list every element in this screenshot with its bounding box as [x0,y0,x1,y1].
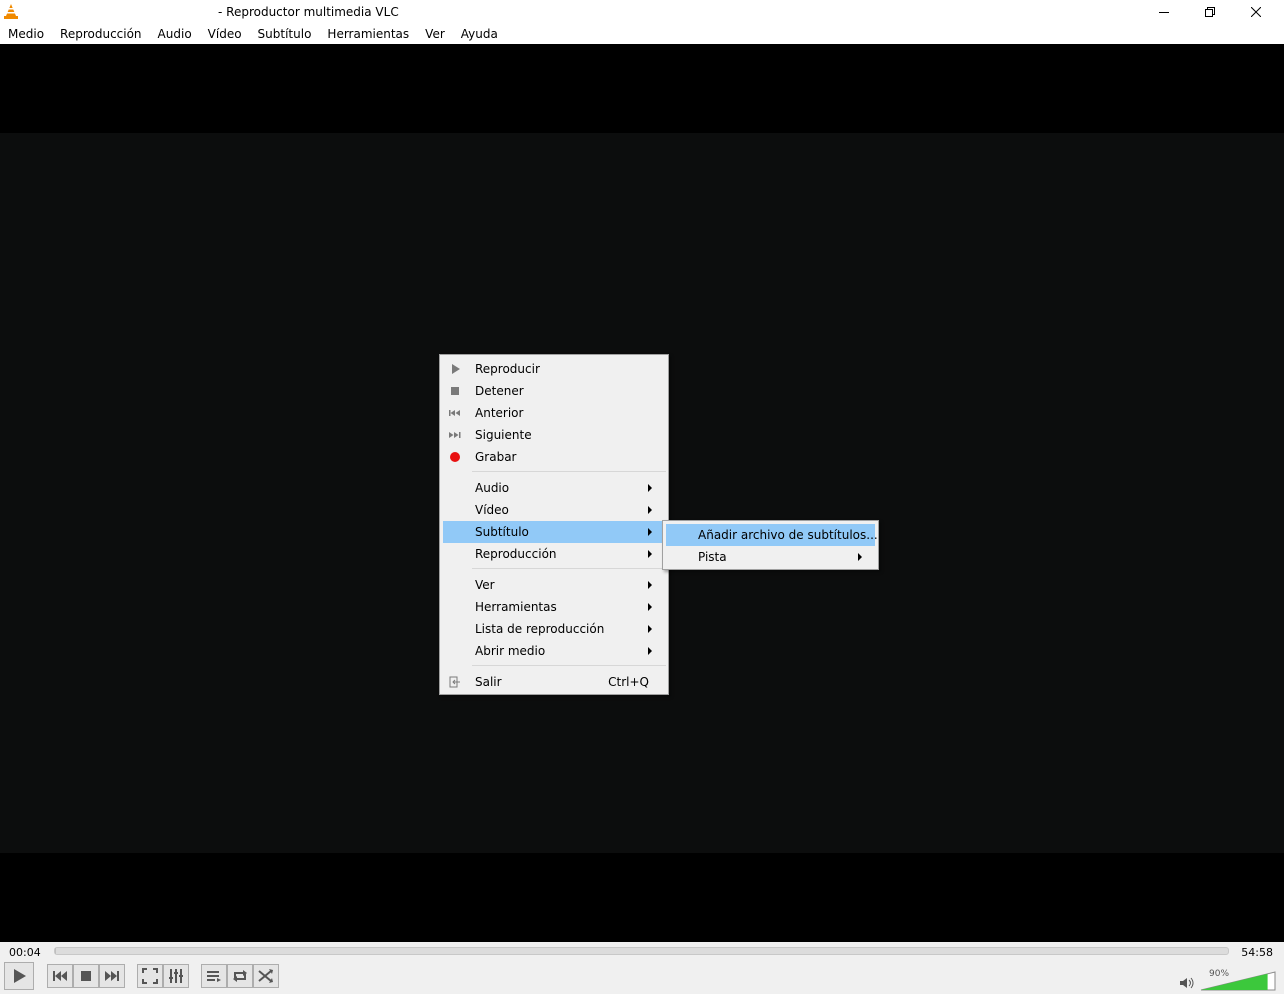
menu-reproduccion[interactable]: Reproducción [52,24,150,44]
ctx-item-audio[interactable]: Audio [443,477,665,499]
loop-icon [233,970,247,982]
ctx-item-detener[interactable]: Detener [443,380,665,402]
extended-settings-button[interactable] [163,964,189,988]
previous-icon [449,410,460,416]
time-elapsed: 00:04 [9,946,41,959]
submenu-arrow-icon [648,647,652,655]
previous-icon [53,971,67,981]
play-icon [14,969,26,983]
submenu-arrow-icon [648,550,652,558]
shuffle-icon [258,969,273,983]
menu-video[interactable]: Vídeo [200,24,250,44]
window-title: - Reproductor multimedia VLC [218,5,399,19]
menu-ver[interactable]: Ver [417,24,453,44]
menu-separator [472,665,666,666]
restore-button[interactable] [1187,0,1233,24]
menu-herramientas[interactable]: Herramientas [319,24,417,44]
minimize-button[interactable] [1141,0,1187,24]
previous-button[interactable] [47,964,73,988]
next-icon [105,971,119,981]
menu-medio[interactable]: Medio [0,24,52,44]
ctx-item-anterior[interactable]: Anterior [443,402,665,424]
submenu-arrow-icon [648,506,652,514]
exit-icon [449,676,460,688]
ctx-item-abrir-medio[interactable]: Abrir medio [443,640,665,662]
next-button[interactable] [99,964,125,988]
menu-subtitulo[interactable]: Subtítulo [250,24,320,44]
submenu-arrow-icon [648,603,652,611]
ctx-item-siguiente[interactable]: Siguiente [443,424,665,446]
equalizer-icon [169,969,183,983]
menu-audio[interactable]: Audio [150,24,200,44]
title-bar: - Reproductor multimedia VLC [0,0,1284,24]
submenu-arrow-icon [648,528,652,536]
vlc-cone-icon [4,4,18,19]
ctx-item-herramientas[interactable]: Herramientas [443,596,665,618]
stop-icon [451,387,459,395]
play-icon [452,364,460,374]
submenu-arrow-icon [648,484,652,492]
close-icon [1251,7,1261,17]
menu-ayuda[interactable]: Ayuda [453,24,506,44]
ctx-item-reproduccion[interactable]: Reproducción [443,543,665,565]
speaker-icon[interactable] [1179,977,1195,989]
next-icon [449,432,461,438]
shuffle-button[interactable] [253,964,279,988]
context-menu: Reproducir Detener Anterior Siguiente Gr… [439,354,669,695]
submenu-arrow-icon [648,625,652,633]
playlist-icon [207,971,221,982]
play-button[interactable] [4,962,34,990]
controls-bar: 00:04 54:58 90% [0,942,1284,994]
sub-item-add-subtitle-file[interactable]: Añadir archivo de subtítulos... [666,524,878,546]
volume-slider[interactable] [1200,971,1276,991]
close-button[interactable] [1233,0,1279,24]
submenu-arrow-icon [648,581,652,589]
menu-separator [472,568,666,569]
ctx-item-video[interactable]: Vídeo [443,499,665,521]
ctx-item-grabar[interactable]: Grabar [443,446,665,468]
fullscreen-button[interactable] [137,964,163,988]
playlist-button[interactable] [201,964,227,988]
subtitle-submenu: Añadir archivo de subtítulos... Pista [662,520,879,570]
time-total: 54:58 [1241,946,1273,959]
record-icon [450,452,460,462]
shortcut-label: Ctrl+Q [608,675,649,689]
ctx-item-reproducir[interactable]: Reproducir [443,358,665,380]
menu-separator [472,471,666,472]
ctx-item-salir[interactable]: Salir Ctrl+Q [443,671,665,693]
menu-bar: Medio Reproducción Audio Vídeo Subtítulo… [0,24,1284,44]
seek-progress [55,948,57,954]
ctx-item-lista-reproduccion[interactable]: Lista de reproducción [443,618,665,640]
stop-button[interactable] [73,964,99,988]
fullscreen-icon [142,968,158,984]
restore-icon [1205,7,1215,17]
ctx-item-ver[interactable]: Ver [443,574,665,596]
sub-item-pista[interactable]: Pista [666,546,875,568]
ctx-item-subtitulo[interactable]: Subtítulo [443,521,665,543]
loop-button[interactable] [227,964,253,988]
minimize-icon [1159,12,1169,13]
seek-slider[interactable] [54,947,1229,955]
submenu-arrow-icon [858,553,862,561]
stop-icon [81,971,91,981]
